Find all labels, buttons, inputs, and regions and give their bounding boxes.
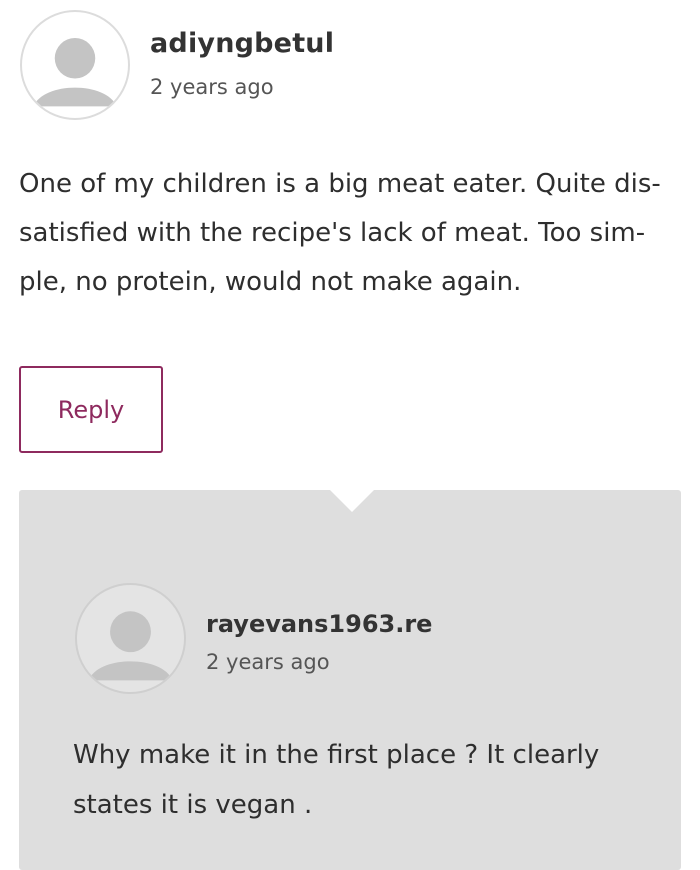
avatar[interactable] [20,10,130,120]
reply-button[interactable]: Reply [19,366,163,453]
comment-body: One of my children is a big meat eater. … [19,160,684,307]
reply-timestamp[interactable]: 2 years ago [206,650,330,674]
default-user-avatar-icon [33,38,117,107]
reply-thread: rayevans1963.re 2 years ago Why make it … [19,490,681,870]
reply-body-line: states it is vegan . [73,790,313,820]
comment-username[interactable]: adiyngbetul [150,28,334,59]
reply-username[interactable]: rayevans1963.re [206,610,432,638]
comment-body-line: ple, no protein, would not make again. [19,267,522,297]
comment-body-line: One of my children is a big meat eater. … [19,169,661,199]
comment-body-line: satisfied with the recipe's lack of meat… [19,218,646,248]
comment-timestamp[interactable]: 2 years ago [150,75,274,99]
reply-body: Why make it in the first place ? It clea… [73,730,663,830]
reply-body-line: Why make it in the first place ? It clea… [73,740,600,770]
reply-pointer [330,490,374,512]
reply-avatar[interactable] [75,583,186,694]
default-user-avatar-icon [88,611,173,681]
